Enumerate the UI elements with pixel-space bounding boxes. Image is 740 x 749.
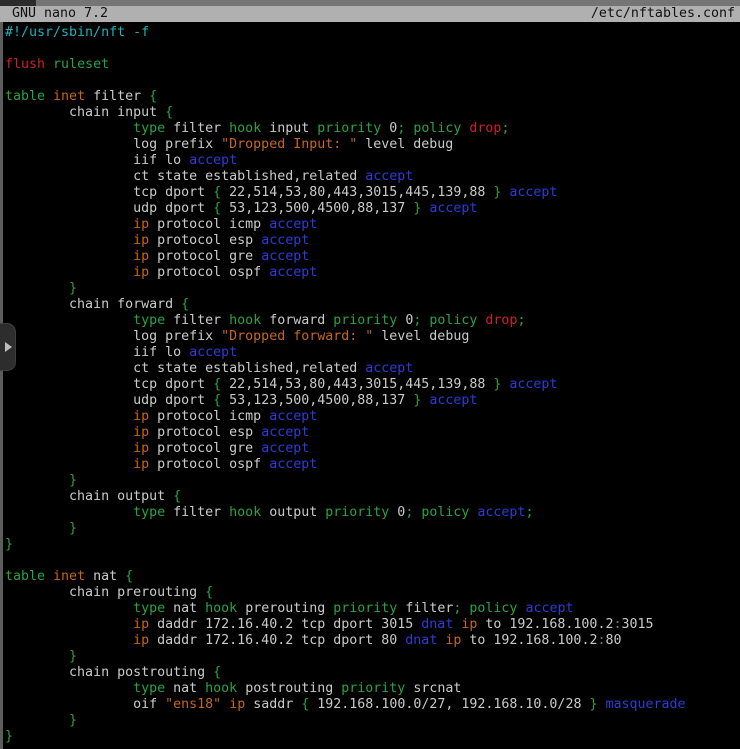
code-line: } — [5, 713, 740, 729]
code-line: ip protocol gre accept — [5, 249, 740, 265]
code-line: tcp dport { 22,514,53,80,443,3015,445,13… — [5, 185, 740, 201]
file-path-label: /etc/nftables.conf — [591, 6, 740, 22]
code-area[interactable]: #!/usr/sbin/nft -f flush ruleset table i… — [0, 22, 740, 749]
code-line: } — [5, 281, 740, 297]
code-line: iif lo accept — [5, 153, 740, 169]
code-line: ip protocol icmp accept — [5, 409, 740, 425]
code-line: oif "ens18" ip saddr { 192.168.100.0/27,… — [5, 697, 740, 713]
code-line: chain prerouting { — [5, 585, 740, 601]
code-line: } — [5, 649, 740, 665]
code-line: table inet filter { — [5, 89, 740, 105]
code-line: ct state established,related accept — [5, 361, 740, 377]
code-line: ip protocol ospf accept — [5, 265, 740, 281]
control-bar-handle[interactable] — [0, 323, 16, 371]
code-line — [5, 553, 740, 569]
code-line: flush ruleset — [5, 57, 740, 73]
code-line: } — [5, 473, 740, 489]
code-line: } — [5, 521, 740, 537]
code-line: ct state established,related accept — [5, 169, 740, 185]
code-line: #!/usr/sbin/nft -f — [5, 25, 740, 41]
code-line: } — [5, 537, 740, 553]
code-line: ip daddr 172.16.40.2 tcp dport 3015 dnat… — [5, 617, 740, 633]
code-line — [5, 73, 740, 89]
code-line: iif lo accept — [5, 345, 740, 361]
expand-right-triangle-icon — [5, 342, 12, 352]
nano-version-label: GNU nano 7.2 — [0, 6, 108, 22]
code-line: tcp dport { 22,514,53,80,443,3015,445,13… — [5, 377, 740, 393]
code-line: ip protocol icmp accept — [5, 217, 740, 233]
code-line — [5, 41, 740, 57]
code-line: chain postrouting { — [5, 665, 740, 681]
nano-titlebar: GNU nano 7.2 /etc/nftables.conf — [0, 6, 740, 22]
code-line: log prefix "Dropped forward: " level deb… — [5, 329, 740, 345]
code-line: ip protocol esp accept — [5, 233, 740, 249]
code-line: ip protocol esp accept — [5, 425, 740, 441]
novnc-console: GNU nano 7.2 /etc/nftables.conf #!/usr/s… — [0, 0, 740, 749]
code-line: chain output { — [5, 489, 740, 505]
code-line: type filter hook output priority 0; poli… — [5, 505, 740, 521]
code-line: chain input { — [5, 105, 740, 121]
code-line: type filter hook input priority 0; polic… — [5, 121, 740, 137]
code-line: ip protocol ospf accept — [5, 457, 740, 473]
console-left-edge — [0, 22, 3, 749]
code-line: udp dport { 53,123,500,4500,88,137 } acc… — [5, 393, 740, 409]
code-line: } — [5, 729, 740, 745]
code-line: chain forward { — [5, 297, 740, 313]
code-line: type nat hook postrouting priority srcna… — [5, 681, 740, 697]
code-line: type nat hook prerouting priority filter… — [5, 601, 740, 617]
code-line: ip daddr 172.16.40.2 tcp dport 80 dnat i… — [5, 633, 740, 649]
code-line: udp dport { 53,123,500,4500,88,137 } acc… — [5, 201, 740, 217]
code-line: ip protocol gre accept — [5, 441, 740, 457]
code-line: type filter hook forward priority 0; pol… — [5, 313, 740, 329]
code-line: table inet nat { — [5, 569, 740, 585]
code-line: log prefix "Dropped Input: " level debug — [5, 137, 740, 153]
